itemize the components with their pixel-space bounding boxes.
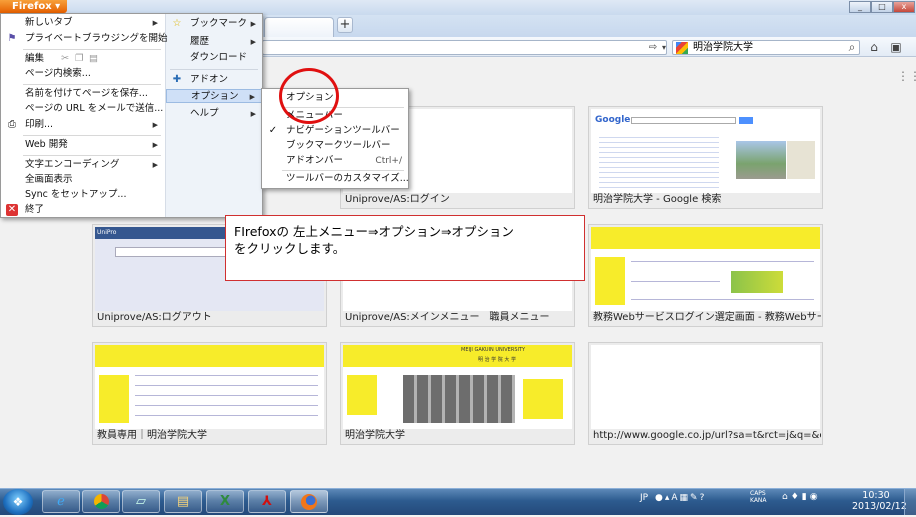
menu-private-browsing[interactable]: ⚑ プライベートブラウジングを開始	[1, 32, 168, 46]
thumbnail-google-search[interactable]: Google 明治学院大学 - Google 検索	[588, 106, 823, 209]
thumbnail-caption: http://www.google.co.jp/url?sa=t&rct=j&q…	[593, 430, 821, 441]
thumbnail-image: MEIJI GAKUIN UNIVERSITY 明 治 学 院 大 学	[343, 345, 572, 429]
menu-addons[interactable]: ✚ アドオン	[166, 73, 262, 87]
printer-icon: ⎙	[8, 119, 16, 130]
thumbnail-image	[95, 345, 324, 429]
menu-exit[interactable]: ✕ 終了	[1, 203, 164, 217]
menu-print[interactable]: ⎙ 印刷... ▶	[1, 118, 164, 132]
puzzle-icon: ✚	[172, 74, 182, 85]
menu-character-encoding[interactable]: 文字エンコーディング ▶	[1, 158, 164, 172]
app-window-icon[interactable]: ▱	[122, 490, 160, 513]
system-tray-icons[interactable]: ⌂♦▮◉	[782, 492, 844, 502]
clock-date: 2013/02/12	[852, 501, 907, 512]
submenu-bookmarks-toolbar[interactable]: ブックマークツールバー	[262, 139, 408, 153]
search-magnifier-icon[interactable]: ⌕	[844, 39, 860, 55]
submenu-customize-toolbar[interactable]: ツールバーのカスタマイズ...	[262, 172, 409, 186]
tab-current[interactable]	[264, 17, 334, 37]
google-logo: Google	[595, 115, 631, 125]
menu-save-page-as[interactable]: 名前を付けてページを保存...	[1, 87, 164, 101]
menu-downloads[interactable]: ダウンロード	[166, 51, 262, 65]
show-desktop-button[interactable]	[904, 489, 916, 515]
maximize-button[interactable]: □	[871, 1, 893, 13]
cut-icon[interactable]: ✂	[61, 52, 69, 66]
menu-edit[interactable]: 編集 ✂ ❐ ▤	[1, 52, 164, 66]
menu-web-developer[interactable]: Web 開発 ▶	[1, 138, 164, 152]
excel-icon[interactable]: X	[206, 490, 244, 513]
grid-toggle-icon[interactable]: ⋮⋮	[897, 69, 916, 83]
thumbnail-caption: 教務Webサービスログイン選定画面 - 教務Webサービスロ…	[593, 312, 821, 323]
submenu-addon-bar[interactable]: アドオンバー Ctrl+/	[262, 154, 408, 168]
thumbnail-meiji-gakuin[interactable]: MEIJI GAKUIN UNIVERSITY 明 治 学 院 大 学 明治学院…	[340, 342, 575, 445]
firefox-button-label: Firefox	[12, 1, 52, 12]
thumbnail-faculty-only[interactable]: 教員専用｜明治学院大学	[92, 342, 327, 445]
menu-options[interactable]: オプション ▶	[166, 89, 262, 103]
dropdown-arrow-icon: ▾	[55, 1, 61, 12]
checkmark-icon: ✓	[268, 125, 278, 136]
meiji-english-name: MEIJI GAKUIN UNIVERSITY	[461, 347, 526, 353]
thumbnail-kyomu-web[interactable]: 教務Webサービスログイン選定画面 - 教務Webサービスロ…	[588, 224, 823, 327]
language-indicator[interactable]: JP	[640, 493, 648, 503]
menu-bookmarks[interactable]: ☆ ブックマーク ▶	[166, 17, 262, 31]
highlight-circle	[279, 68, 339, 124]
history-dropdown-icon[interactable]: ▾	[656, 40, 672, 56]
close-window-button[interactable]: x	[893, 1, 915, 13]
menu-sync-setup[interactable]: Sync をセットアップ...	[1, 188, 164, 202]
star-icon: ☆	[172, 18, 182, 29]
exit-icon: ✕	[6, 204, 18, 216]
menu-help[interactable]: ヘルプ ▶	[166, 107, 262, 121]
thumbnail-image	[591, 227, 820, 311]
meiji-japanese-name: 明 治 学 院 大 学	[478, 357, 516, 363]
thumbnail-image	[591, 345, 820, 429]
windows-logo-icon: ❖	[12, 495, 24, 509]
private-mask-icon: ⚑	[7, 33, 17, 44]
new-tab-button[interactable]: +	[337, 17, 353, 33]
start-button[interactable]: ❖	[3, 489, 33, 515]
app-menu-right-items: ☆ ブックマーク ▶ 履歴 ▶ ダウンロード ✚ アドオン オプション ▶ ヘルプ ▶	[166, 14, 262, 217]
menu-history[interactable]: 履歴 ▶	[166, 35, 262, 49]
menu-find-in-page[interactable]: ページ内検索...	[1, 67, 164, 81]
bookmarks-menu-icon[interactable]: ▣	[888, 39, 904, 55]
search-input[interactable]: 明治学院大学	[672, 40, 860, 55]
acrobat-icon[interactable]: ⅄	[248, 490, 286, 513]
addon-bar-shortcut: Ctrl+/	[375, 156, 402, 166]
ime-mode: CAPS KANA	[750, 490, 767, 504]
clock-time: 10:30	[862, 490, 890, 501]
thumbnail-google-url[interactable]: http://www.google.co.jp/url?sa=t&rct=j&q…	[588, 342, 823, 445]
copy-icon[interactable]: ❐	[75, 52, 84, 66]
photo-grid	[403, 375, 515, 423]
menu-email-link[interactable]: ページの URL をメールで送信...	[1, 102, 164, 116]
thumbnail-caption: Uniprove/AS:ログアウト	[97, 312, 212, 323]
thumbnail-caption: 教員専用｜明治学院大学	[97, 430, 207, 441]
menu-full-screen[interactable]: 全画面表示	[1, 173, 164, 187]
firefox-menu-button[interactable]: Firefox ▾	[0, 0, 67, 13]
callout-line-1: FIrefoxの 左上メニュー⇒オプション⇒オプション	[234, 224, 514, 239]
google-icon	[676, 42, 688, 54]
search-value: 明治学院大学	[693, 42, 753, 53]
thumbnail-caption: 明治学院大学	[345, 430, 405, 441]
submenu-navigation-toolbar[interactable]: ✓ ナビゲーションツールバー	[262, 124, 408, 138]
home-icon[interactable]: ⌂	[866, 39, 882, 55]
url-input[interactable]	[262, 40, 667, 55]
app-menu-left-column: 新しいタブ ▶ ⚑ プライベートブラウジングを開始 編集 ✂ ❐ ▤ ページ内検索.…	[1, 14, 168, 217]
taskbar-clock[interactable]: 10:30 2013/02/12	[852, 490, 907, 512]
minimize-button[interactable]: _	[849, 1, 871, 13]
menu-new-tab[interactable]: 新しいタブ ▶	[1, 16, 164, 30]
thumbnail-caption: 明治学院大学 - Google 検索	[593, 194, 722, 205]
thumbnail-caption: Uniprove/AS:ログイン	[345, 194, 450, 205]
paste-icon[interactable]: ▤	[89, 52, 98, 66]
instruction-callout: FIrefoxの 左上メニュー⇒オプション⇒オプション をクリックします。	[225, 215, 585, 281]
explorer-folder-icon[interactable]: ▤	[164, 490, 202, 513]
thumbnail-image: Google	[591, 109, 820, 193]
firefox-taskbar-icon[interactable]	[290, 490, 328, 513]
callout-line-2: をクリックします。	[234, 241, 346, 256]
thumbnail-caption: Uniprove/AS:メインメニュー 職員メニュー	[345, 312, 550, 323]
internet-explorer-icon[interactable]: ℯ	[42, 490, 80, 513]
chrome-icon[interactable]	[82, 490, 120, 513]
